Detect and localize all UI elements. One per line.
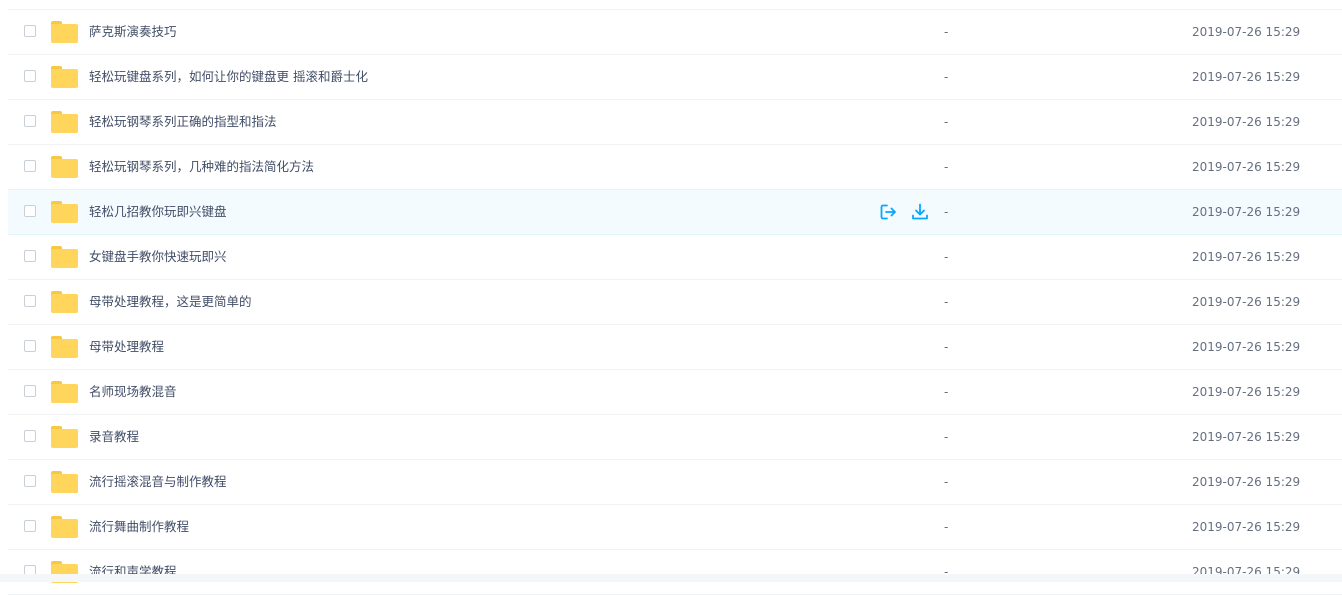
download-icon[interactable] <box>910 202 930 222</box>
folder-icon <box>51 246 78 268</box>
file-size: - <box>944 385 949 399</box>
file-row[interactable]: 母带处理教程，这是更简单的 - 2019-07-26 15:29 <box>8 279 1342 325</box>
file-modified-date: 2019-07-26 15:29 <box>1192 250 1301 264</box>
folder-icon <box>51 426 78 448</box>
file-row[interactable]: 母带处理教程 - 2019-07-26 15:29 <box>8 324 1342 370</box>
file-modified-date: 2019-07-26 15:29 <box>1192 25 1301 39</box>
file-modified-date: 2019-07-26 15:29 <box>1192 430 1301 444</box>
folder-icon <box>51 156 78 178</box>
file-name[interactable]: 轻松玩钢琴系列正确的指型和指法 <box>89 114 277 130</box>
file-name[interactable]: 女键盘手教你快速玩即兴 <box>89 249 227 265</box>
file-size: - <box>944 160 949 174</box>
file-size: - <box>944 70 949 84</box>
file-modified-date: 2019-07-26 15:29 <box>1192 205 1301 219</box>
file-size: - <box>944 250 949 264</box>
file-modified-date: 2019-07-26 15:29 <box>1192 475 1301 489</box>
file-name[interactable]: 流行舞曲制作教程 <box>89 519 189 535</box>
file-name[interactable]: 流行摇滚混音与制作教程 <box>89 474 227 490</box>
file-name[interactable]: 萨克斯演奏技巧 <box>89 24 177 40</box>
folder-icon <box>51 471 78 493</box>
file-row[interactable]: 萨克斯演奏技巧 - 2019-07-26 15:29 <box>8 9 1342 55</box>
folder-icon <box>51 21 78 43</box>
file-row[interactable]: 流行摇滚混音与制作教程 - 2019-07-26 15:29 <box>8 459 1342 505</box>
row-checkbox[interactable] <box>24 385 36 397</box>
file-size: - <box>944 295 949 309</box>
file-modified-date: 2019-07-26 15:29 <box>1192 385 1301 399</box>
file-size: - <box>944 340 949 354</box>
file-row[interactable]: 轻松玩键盘系列，如何让你的键盘更 摇滚和爵士化 - 2019-07-26 15:… <box>8 54 1342 100</box>
horizontal-scrollbar[interactable] <box>0 574 1342 582</box>
file-modified-date: 2019-07-26 15:29 <box>1192 295 1301 309</box>
file-modified-date: 2019-07-26 15:29 <box>1192 520 1301 534</box>
file-row[interactable]: 录音教程 - 2019-07-26 15:29 <box>8 414 1342 460</box>
file-name[interactable]: 轻松几招教你玩即兴键盘 <box>89 204 227 220</box>
file-size: - <box>944 25 949 39</box>
file-size: - <box>944 115 949 129</box>
file-row[interactable]: 轻松玩钢琴系列，几种难的指法简化方法 - 2019-07-26 15:29 <box>8 144 1342 190</box>
row-checkbox[interactable] <box>24 250 36 262</box>
file-size: - <box>944 520 949 534</box>
file-row[interactable]: 女键盘手教你快速玩即兴 - 2019-07-26 15:29 <box>8 234 1342 280</box>
file-modified-date: 2019-07-26 15:29 <box>1192 160 1301 174</box>
file-name[interactable]: 名师现场教混音 <box>89 384 177 400</box>
row-checkbox[interactable] <box>24 25 36 37</box>
file-row[interactable]: 轻松玩钢琴系列正确的指型和指法 - 2019-07-26 15:29 <box>8 99 1342 145</box>
folder-icon <box>51 291 78 313</box>
folder-icon <box>51 336 78 358</box>
file-name[interactable]: 轻松玩钢琴系列，几种难的指法简化方法 <box>89 159 314 175</box>
row-checkbox[interactable] <box>24 430 36 442</box>
share-icon[interactable] <box>878 202 898 222</box>
folder-icon <box>51 516 78 538</box>
file-row[interactable]: 流行舞曲制作教程 - 2019-07-26 15:29 <box>8 504 1342 550</box>
row-checkbox[interactable] <box>24 115 36 127</box>
file-modified-date: 2019-07-26 15:29 <box>1192 70 1301 84</box>
file-list: 萨克斯演奏技巧 - 2019-07-26 15:29 轻松玩键盘系列，如何让你的… <box>0 10 1342 595</box>
row-checkbox[interactable] <box>24 475 36 487</box>
file-name[interactable]: 母带处理教程 <box>89 339 164 355</box>
row-checkbox[interactable] <box>24 340 36 352</box>
file-row[interactable]: 名师现场教混音 - 2019-07-26 15:29 <box>8 369 1342 415</box>
row-checkbox[interactable] <box>24 205 36 217</box>
file-row[interactable]: 流行和声学教程 - 2019-07-26 15:29 <box>8 549 1342 595</box>
folder-icon <box>51 381 78 403</box>
row-checkbox[interactable] <box>24 160 36 172</box>
folder-icon <box>51 111 78 133</box>
file-row[interactable]: 轻松几招教你玩即兴键盘 - 2019-07-26 15:29 <box>8 189 1342 235</box>
row-checkbox[interactable] <box>24 295 36 307</box>
folder-icon <box>51 66 78 88</box>
file-name[interactable]: 母带处理教程，这是更简单的 <box>89 294 252 310</box>
file-size: - <box>944 205 949 219</box>
file-size: - <box>944 475 949 489</box>
row-checkbox[interactable] <box>24 520 36 532</box>
file-size: - <box>944 430 949 444</box>
row-checkbox[interactable] <box>24 70 36 82</box>
file-name[interactable]: 轻松玩键盘系列，如何让你的键盘更 摇滚和爵士化 <box>89 69 368 85</box>
file-modified-date: 2019-07-26 15:29 <box>1192 115 1301 129</box>
file-modified-date: 2019-07-26 15:29 <box>1192 340 1301 354</box>
folder-icon <box>51 201 78 223</box>
file-name[interactable]: 录音教程 <box>89 429 139 445</box>
